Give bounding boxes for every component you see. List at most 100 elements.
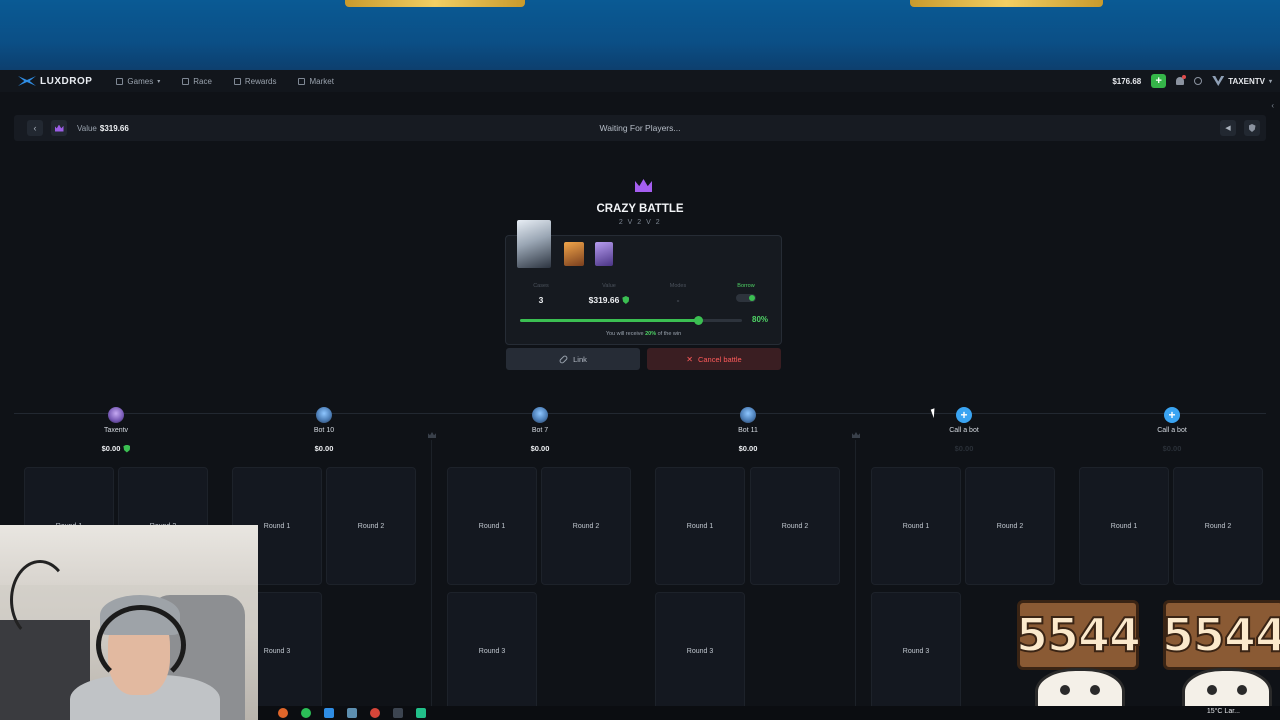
player-name: Bot 7 — [531, 427, 549, 434]
verified-shield-icon — [123, 444, 131, 453]
round-card: Round 3 — [447, 592, 537, 710]
call-bot-label: Call a bot — [1157, 427, 1187, 434]
app-icon[interactable] — [416, 708, 426, 718]
close-icon: ✕ — [686, 354, 693, 364]
firefox-icon[interactable] — [278, 708, 288, 718]
player-value: $0.00 — [738, 444, 758, 453]
share-link-label: Link — [573, 354, 587, 364]
case-thumbnail[interactable] — [517, 220, 551, 268]
app-icon[interactable] — [393, 708, 403, 718]
avatar — [740, 407, 756, 423]
notification-bell-icon[interactable] — [1176, 75, 1187, 85]
player-slot: Bot 10 $0.00 — [264, 400, 384, 453]
battle-status: Waiting For Players... — [599, 123, 681, 133]
round-label: Round 1 — [902, 522, 930, 530]
banner-gold-strip-left — [345, 0, 525, 7]
sound-toggle-button[interactable]: ◀ — [1220, 120, 1236, 136]
nav-item-games[interactable]: Games ▾ — [116, 77, 160, 86]
team-divider — [855, 440, 856, 710]
mascot-eye — [1207, 685, 1217, 695]
shield-icon — [1248, 124, 1256, 132]
mascot-eye — [1060, 685, 1070, 695]
player-value: $0.00 — [1162, 444, 1182, 453]
user-menu[interactable]: TAXENTV ▾ — [1212, 76, 1272, 86]
chevron-down-icon: ▾ — [1268, 78, 1272, 85]
round-card: Round 1 — [655, 467, 745, 585]
player-value: $0.00 — [101, 444, 121, 453]
round-card: Round 2 — [326, 467, 416, 585]
nav-item-rewards[interactable]: Rewards — [233, 76, 277, 86]
round-card: Round 1 — [871, 467, 961, 585]
stream-counter-overlay: 5544 — [1161, 600, 1280, 670]
borrow-slider-fill — [520, 319, 698, 322]
stream-counter-overlay: 5544 — [1015, 600, 1142, 670]
nav-item-market-label: Market — [309, 76, 334, 86]
chrome-icon[interactable] — [370, 708, 380, 718]
round-card: Round 2 — [965, 467, 1055, 585]
app-icon[interactable] — [324, 708, 334, 718]
case-thumbnail[interactable] — [595, 242, 613, 266]
nav-item-market[interactable]: Market — [298, 76, 334, 86]
battle-header-bar: ‹ Value $319.66 Waiting For Players... ◀ — [14, 115, 1266, 141]
stat-value-row: $319.66 — [579, 295, 639, 305]
round-card: Round 1 — [1079, 467, 1169, 585]
brand-logo[interactable]: LUXDROP — [18, 76, 92, 87]
receive-note: You will receive 20% of the win — [506, 331, 781, 337]
add-funds-button[interactable]: + — [1151, 74, 1167, 88]
brand-name: LUXDROP — [40, 75, 93, 87]
stat-modes-value: - — [676, 295, 680, 305]
fairness-button[interactable] — [1244, 120, 1260, 136]
round-label: Round 2 — [357, 522, 385, 530]
diamond-rewards-icon[interactable] — [1194, 77, 1203, 85]
player-slots: Taxentv $0.00 Bot 10 $0.00 Bot 7 $0.00 B… — [0, 400, 1280, 470]
add-bot-icon[interactable]: + — [1164, 407, 1180, 423]
round-label: Round 2 — [781, 522, 809, 530]
os-taskbar — [258, 706, 1280, 720]
player-value: $0.00 — [530, 444, 550, 453]
borrow-slider-handle[interactable] — [693, 316, 703, 325]
nav-item-race[interactable]: Race — [182, 77, 212, 86]
call-bot-slot[interactable]: + Call a bot $0.00 — [904, 400, 1024, 453]
battle-info-card: Cases 3 Value $319.66 Modes - Borrow 80%… — [505, 220, 782, 345]
battle-mode: 2 V 2 V 2 — [618, 219, 662, 226]
link-icon — [558, 354, 569, 364]
stat-cases: Cases 3 — [521, 283, 561, 305]
stat-cases-value: 3 — [538, 295, 544, 305]
player-value: $0.00 — [954, 444, 974, 453]
add-bot-icon[interactable]: + — [956, 407, 972, 423]
call-bot-label: Call a bot — [949, 427, 979, 434]
stat-value: Value $319.66 — [579, 283, 639, 305]
chevron-down-icon: ▾ — [157, 78, 161, 85]
round-label: Round 3 — [686, 647, 714, 655]
username: TAXENTV — [1228, 76, 1265, 86]
avatar — [108, 407, 124, 423]
headset — [96, 605, 186, 685]
round-card: Round 2 — [1173, 467, 1263, 585]
call-bot-slot[interactable]: + Call a bot $0.00 — [1112, 400, 1232, 453]
round-label: Round 2 — [572, 522, 600, 530]
team-divider — [431, 440, 432, 710]
collapse-chevron-icon[interactable]: ‹ — [1271, 101, 1274, 110]
round-card: Round 1 — [447, 467, 537, 585]
round-label: Round 3 — [478, 647, 506, 655]
round-label: Round 1 — [478, 522, 506, 530]
app-icon[interactable] — [347, 708, 357, 718]
round-card: Round 2 — [541, 467, 631, 585]
receive-percent: 20% — [645, 331, 657, 337]
top-navigation: LUXDROP Games ▾ Race Rewards Market $176… — [0, 70, 1280, 92]
gamepad-icon — [116, 77, 124, 85]
wallet-balance: $176.68 — [1112, 76, 1142, 86]
round-card: Round 3 — [871, 592, 961, 710]
flag-icon — [182, 77, 190, 85]
stat-value-label: Value — [602, 283, 616, 289]
case-thumbnail[interactable] — [564, 242, 584, 266]
borrow-toggle[interactable] — [736, 294, 756, 302]
player-value-row: $0.00 — [56, 444, 176, 453]
cancel-battle-button[interactable]: ✕ Cancel battle — [647, 348, 781, 370]
avatar — [316, 407, 332, 423]
share-link-button[interactable]: Link — [506, 348, 640, 370]
borrow-slider[interactable] — [520, 316, 742, 325]
spotify-icon[interactable] — [301, 708, 311, 718]
nav-item-rewards-label: Rewards — [244, 76, 277, 86]
stat-modes: Modes - — [658, 283, 698, 305]
